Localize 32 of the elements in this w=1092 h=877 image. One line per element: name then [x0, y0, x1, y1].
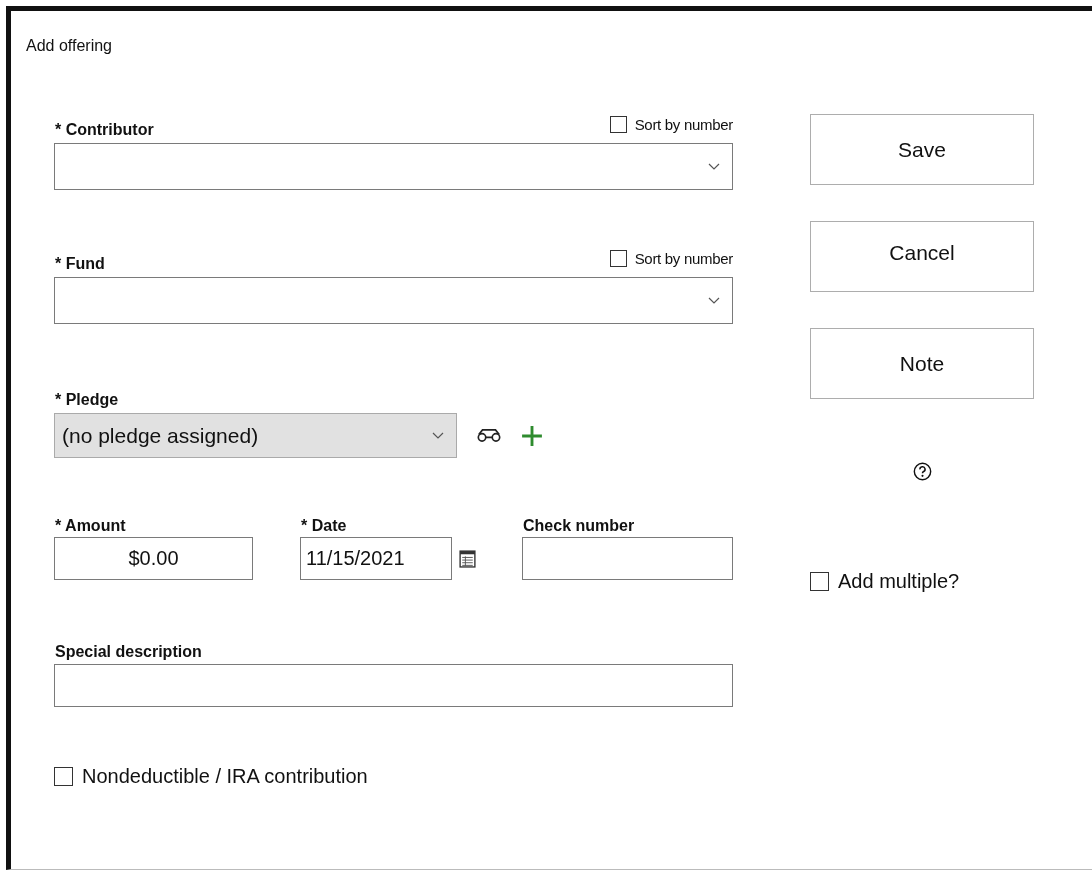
- field-label: * Pledge: [55, 390, 119, 409]
- field-label: * Fund: [55, 254, 105, 273]
- chevron-icon: [708, 297, 720, 304]
- date-field[interactable]: 11/15/2021: [300, 537, 452, 580]
- checkbox[interactable]: [609, 116, 627, 133]
- checkbox-label[interactable]: Nondeductible / IRA contribution: [82, 765, 368, 788]
- field-label: Special description: [55, 642, 202, 661]
- amount-field[interactable]: $0.00: [54, 537, 253, 580]
- check-number-field[interactable]: [522, 537, 733, 580]
- checkbox[interactable]: [54, 767, 73, 786]
- add-icon[interactable]: [521, 424, 543, 447]
- action-button[interactable]: Note: [810, 328, 1034, 399]
- calendar-icon[interactable]: [459, 549, 476, 568]
- glasses-icon[interactable]: [476, 429, 502, 442]
- dropdown-field[interactable]: [54, 277, 733, 324]
- field-label: Check number: [523, 516, 635, 535]
- help-icon[interactable]: [912, 462, 932, 481]
- checkbox-label[interactable]: Sort by number: [634, 250, 733, 267]
- chevron-icon: [432, 432, 444, 439]
- field-label: * Contributor: [55, 120, 154, 139]
- description-field[interactable]: [54, 664, 733, 707]
- field-label: * Date: [301, 516, 347, 535]
- window-title: Add offering: [25, 36, 112, 56]
- checkbox-label[interactable]: Sort by number: [634, 116, 733, 133]
- action-button[interactable]: Cancel: [810, 221, 1034, 292]
- dropdown-field[interactable]: [54, 143, 733, 190]
- checkbox-label[interactable]: Add multiple?: [838, 570, 960, 593]
- action-button[interactable]: Save: [810, 114, 1034, 185]
- checkbox[interactable]: [810, 572, 829, 591]
- chevron-icon: [708, 163, 720, 170]
- field-label: * Amount: [55, 516, 126, 535]
- checkbox[interactable]: [609, 250, 627, 267]
